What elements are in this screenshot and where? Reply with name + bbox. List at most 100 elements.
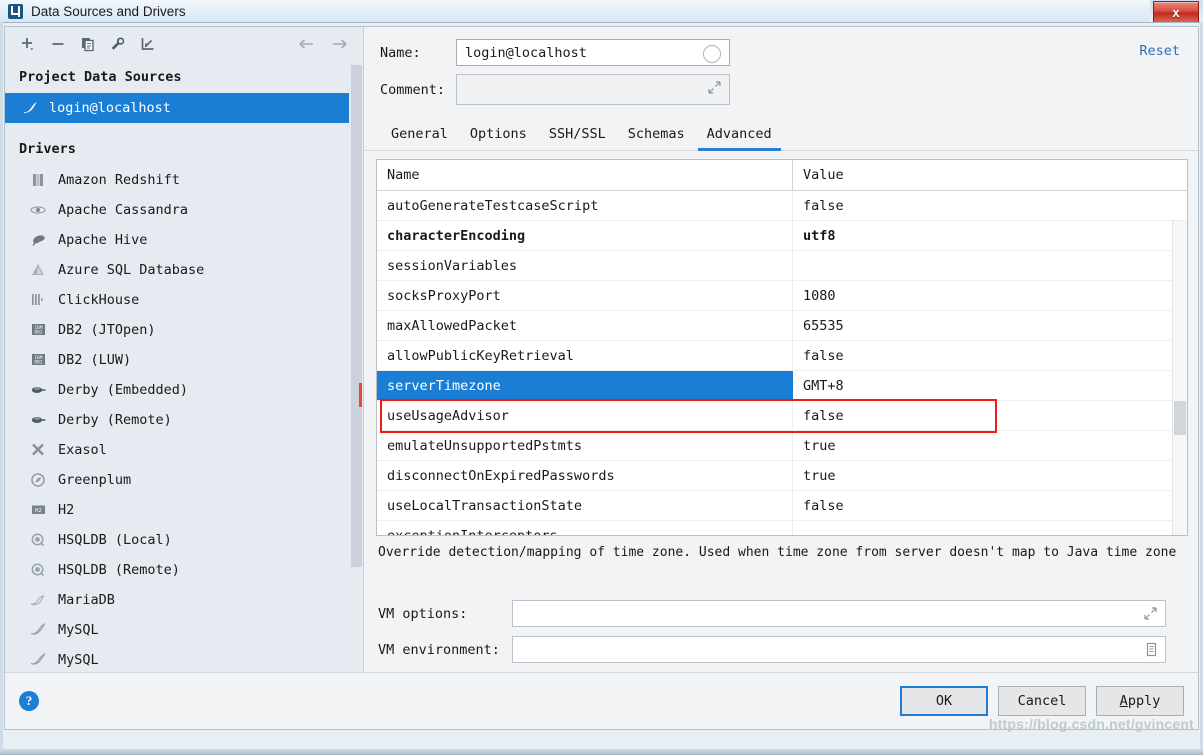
sidebar-item-hsqldb-local[interactable]: HSQLDB (Local) [5,525,363,555]
ok-button[interactable]: OK [900,686,988,716]
cell-value[interactable]: false [793,341,1187,370]
tab-options[interactable]: Options [459,126,538,150]
comment-label: Comment: [380,81,446,98]
sidebar-toolbar [5,27,363,61]
sidebar-item-db2-luw[interactable]: IBM DB2 DB2 (LUW) [5,345,363,375]
name-field-row: Name: login@localhost [380,39,1182,66]
name-input[interactable]: login@localhost [456,39,730,66]
cell-name: allowPublicKeyRetrieval [377,341,793,370]
table-row[interactable]: allowPublicKeyRetrieval false [377,341,1187,371]
cancel-button[interactable]: Cancel [998,686,1086,716]
tab-general[interactable]: General [380,126,459,150]
table-row[interactable]: useLocalTransactionState false [377,491,1187,521]
name-reset-circle-icon[interactable] [703,45,721,63]
table-row[interactable]: maxAllowedPacket 65535 [377,311,1187,341]
table-row[interactable]: disconnectOnExpiredPasswords true [377,461,1187,491]
dialog-inner-frame: Project Data Sources login@localhost Dri… [4,26,1199,732]
sidebar-item-derby-embedded[interactable]: Derby (Embedded) [5,375,363,405]
dialog-title: Data Sources and Drivers [31,3,186,19]
cell-value[interactable]: 1080 [793,281,1187,310]
table-row[interactable]: useUsageAdvisor false [377,401,1187,431]
sidebar-item-apache-cassandra[interactable]: Apache Cassandra [5,195,363,225]
column-header-name[interactable]: Name [377,160,793,190]
sidebar-item-hsqldb-remote[interactable]: HSQLDB (Remote) [5,555,363,585]
table-row[interactable]: sessionVariables [377,251,1187,281]
copy-button[interactable] [73,30,103,58]
apply-button[interactable]: Apply [1096,686,1184,716]
sidebar-item-azure-sql-database[interactable]: Azure SQL Database [5,255,363,285]
sidebar-item-mysql-2[interactable]: MySQL [5,645,363,672]
driver-label: H2 [58,501,75,518]
table-scrollbar-thumb[interactable] [1174,401,1186,435]
vm-options-input[interactable] [512,600,1166,627]
remove-button[interactable] [43,30,73,58]
table-row[interactable]: socksProxyPort 1080 [377,281,1187,311]
sidebar-item-login-localhost[interactable]: login@localhost [5,92,363,123]
cell-value[interactable]: true [793,461,1187,490]
forward-button[interactable] [323,30,355,58]
driver-label: Greenplum [58,471,132,488]
table-row[interactable]: characterEncoding utf8 [377,221,1187,251]
tab-advanced[interactable]: Advanced [696,126,783,151]
cell-value[interactable]: false [793,491,1187,520]
cell-value[interactable] [793,251,1187,280]
tab-ssh-ssl[interactable]: SSH/SSL [538,126,617,150]
table-row[interactable]: exceptionInterceptors [377,521,1187,535]
vm-environment-input[interactable] [512,636,1166,663]
table-row[interactable]: autoGenerateTestcaseScript false [377,191,1187,221]
sidebar-item-h2[interactable]: H2 H2 [5,495,363,525]
sidebar-scrollbar-thumb[interactable] [351,64,362,567]
sidebar-scrollbar[interactable] [349,60,363,672]
name-input-value: login@localhost [465,44,587,61]
table-row-selected[interactable]: serverTimezone GMT+8 [377,371,1187,401]
wrench-icon[interactable] [103,30,133,58]
sidebar-item-amazon-redshift[interactable]: Amazon Redshift [5,165,363,195]
window-close-button[interactable]: x [1153,1,1199,24]
azure-sql-icon [27,260,49,280]
vm-settings: VM options: VM environment: [378,600,1184,672]
mysql-dolphin-icon [19,99,41,117]
intellij-idea-logo-icon [8,3,23,19]
ibm-db2-icon: IBM DB2 [27,350,49,370]
driver-label: ClickHouse [58,291,140,308]
sidebar-item-mysql-1[interactable]: MySQL [5,615,363,645]
sidebar-item-greenplum[interactable]: Greenplum [5,465,363,495]
cell-value[interactable]: false [793,401,1187,430]
cell-value[interactable]: 65535 [793,311,1187,340]
comment-input[interactable] [456,74,730,105]
cell-value[interactable]: false [793,191,1187,220]
expand-icon[interactable] [707,80,722,99]
table-row[interactable]: emulateUnsupportedPstmts true [377,431,1187,461]
dialog-footer: ? OK Cancel Apply https://blog.csdn.net/… [5,672,1198,732]
exasol-icon [27,440,49,460]
reset-link[interactable]: Reset [1139,43,1180,59]
sidebar-item-exasol[interactable]: Exasol [5,435,363,465]
sidebar-item-apache-hive[interactable]: Apache Hive [5,225,363,255]
back-button[interactable] [291,30,323,58]
cell-value[interactable]: true [793,431,1187,460]
cell-name: disconnectOnExpiredPasswords [377,461,793,490]
add-button[interactable] [13,30,43,58]
comment-field-row: Comment: [380,74,1182,105]
tab-schemas[interactable]: Schemas [617,126,696,150]
sidebar-item-clickhouse[interactable]: ClickHouse [5,285,363,315]
sidebar-item-mariadb[interactable]: MariaDB [5,585,363,615]
expand-icon[interactable] [1143,606,1158,625]
import-arrow-icon[interactable] [133,30,163,58]
vm-environment-label: VM environment: [378,641,500,658]
table-scrollbar[interactable] [1172,221,1187,535]
list-editor-icon[interactable] [1145,642,1158,661]
sidebar-item-derby-remote[interactable]: Derby (Remote) [5,405,363,435]
hsqldb-icon [27,530,49,550]
help-icon[interactable]: ? [19,691,39,711]
cell-value[interactable]: GMT+8 [793,371,1187,400]
details-header: Name: login@localhost Comment: Reset [364,27,1198,113]
svg-text:DB2: DB2 [34,330,42,336]
driver-label: HSQLDB (Local) [58,531,172,548]
driver-label: DB2 (LUW) [58,351,132,368]
column-header-value[interactable]: Value [793,160,1187,190]
cell-value[interactable]: utf8 [793,221,1187,250]
cell-value[interactable] [793,521,1187,535]
sidebar-item-db2-jtopen[interactable]: IBM DB2 DB2 (JTOpen) [5,315,363,345]
cell-name: emulateUnsupportedPstmts [377,431,793,460]
